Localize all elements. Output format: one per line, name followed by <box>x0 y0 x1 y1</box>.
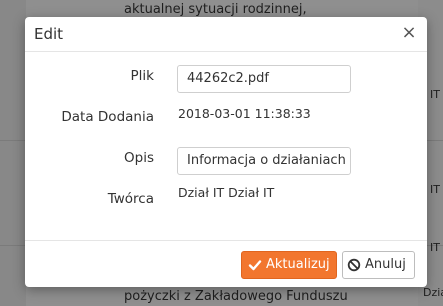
edit-dialog: Edit × Plik 44262c2.pdf Data Dodania 201… <box>25 17 427 287</box>
tworca-label: Twórca <box>107 191 154 207</box>
update-button-label: Aktualizuj <box>266 257 330 272</box>
opis-label: Opis <box>124 150 154 166</box>
data-dodania-value: 2018-03-01 11:38:33 <box>178 106 311 121</box>
dialog-header: Edit × <box>25 17 427 52</box>
opis-field[interactable]: Informacja o działaniach <box>177 147 351 175</box>
background-left-column <box>0 0 26 306</box>
update-button[interactable]: Aktualizuj <box>241 251 337 279</box>
plik-label: Plik <box>130 68 154 84</box>
background-side-label: IT <box>430 183 440 196</box>
background-side-label: IT <box>430 88 440 101</box>
dialog-title: Edit <box>34 25 64 43</box>
background-row-text: aktualnej sytuacji rodzinnej, <box>124 2 307 17</box>
data-dodania-label: Data Dodania <box>61 109 154 125</box>
cancel-button[interactable]: Anuluj <box>342 251 415 279</box>
ban-icon <box>347 258 361 272</box>
background-row-text: pożyczki z Zakładowego Funduszu <box>124 289 348 304</box>
dialog-footer: Aktualizuj Anuluj <box>25 240 427 287</box>
background-side-label: Dział IT <box>423 286 443 299</box>
tworca-value: Dział IT Dział IT <box>178 185 275 200</box>
close-icon[interactable]: × <box>401 23 417 43</box>
background-side-label: IT <box>430 241 440 254</box>
plik-field[interactable]: 44262c2.pdf <box>177 65 351 93</box>
check-icon <box>248 260 262 271</box>
cancel-button-label: Anuluj <box>365 257 406 272</box>
